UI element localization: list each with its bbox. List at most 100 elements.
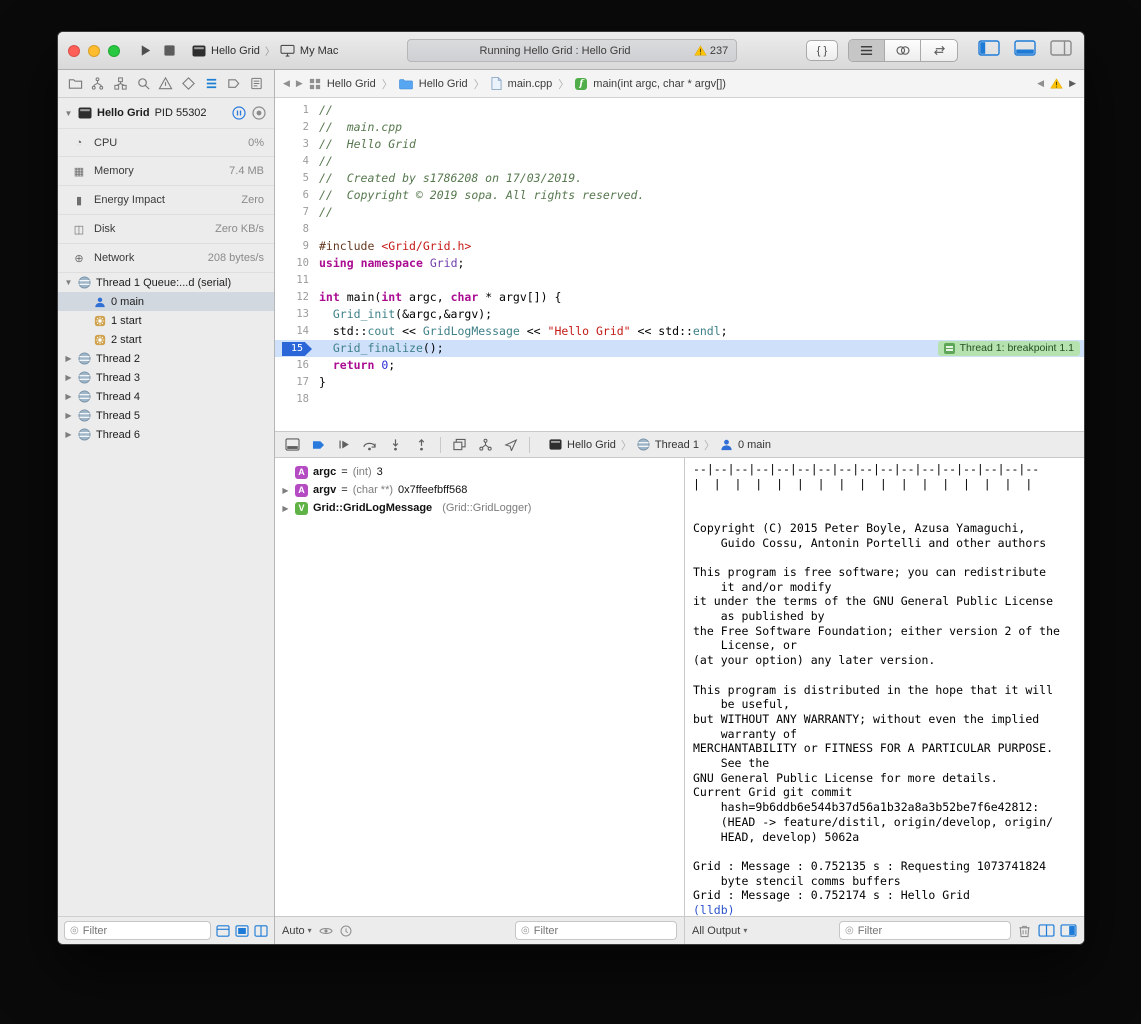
zoom-window-button[interactable] — [108, 45, 120, 57]
hide-debug-area-button[interactable] — [285, 438, 300, 451]
variables-filter-input[interactable] — [534, 925, 671, 937]
quicklook-button[interactable] — [340, 925, 352, 937]
code-line-text[interactable]: } — [319, 374, 326, 391]
disclosure-triangle[interactable]: ▶ — [281, 504, 290, 513]
dock-console-left-button[interactable] — [1038, 924, 1055, 937]
pause-process-button[interactable] — [232, 106, 246, 120]
tab-debug-navigator[interactable] — [204, 76, 219, 91]
disclosure-triangle[interactable]: ▼ — [64, 109, 73, 118]
view-mode-queues-button[interactable] — [235, 925, 249, 937]
code-line-text[interactable]: Grid_finalize(); — [319, 340, 444, 357]
console-output[interactable]: --|--|--|--|--|--|--|--|--|--|--|--|--|-… — [685, 458, 1084, 916]
code-line-text[interactable]: // — [319, 204, 333, 221]
code-line-text[interactable]: #include <Grid/Grid.h> — [319, 238, 471, 255]
breadcrumb-process[interactable]: Hello Grid — [567, 439, 616, 451]
scheme-selector[interactable]: Hello Grid 〉 My Mac — [192, 43, 338, 58]
line-number-gutter[interactable]: 5 — [275, 170, 319, 187]
line-number-gutter[interactable]: 10 — [275, 255, 319, 272]
process-info-button[interactable] — [252, 106, 266, 120]
next-issue-button[interactable]: ▶ — [1069, 78, 1076, 89]
thread-row[interactable]: ▼Thread 1 Queue:...d (serial) — [58, 273, 274, 292]
thread-row[interactable]: ▶Thread 5 — [58, 406, 274, 425]
source-editor[interactable]: 1 // 2 // main.cpp 3 // Hello Grid 4 // — [275, 98, 1084, 431]
line-number-gutter[interactable]: 15 — [275, 340, 319, 357]
disclosure-triangle[interactable]: ▶ — [64, 430, 73, 439]
code-line-text[interactable]: int main(int argc, char * argv[]) { — [319, 289, 561, 306]
jump-bar-item-symbol[interactable]: main(int argc, char * argv[]) — [593, 78, 726, 90]
simulate-location-button[interactable] — [504, 438, 518, 451]
view-mode-threads-button[interactable] — [216, 925, 230, 937]
tab-issue-navigator[interactable] — [158, 76, 173, 91]
tab-report-navigator[interactable] — [249, 76, 264, 91]
standard-editor-button[interactable] — [849, 40, 885, 61]
disclosure-triangle[interactable]: ▼ — [64, 278, 73, 287]
code-line-text[interactable]: using namespace Grid; — [319, 255, 464, 272]
stop-button[interactable] — [163, 44, 176, 57]
line-number-gutter[interactable]: 1 — [275, 102, 319, 119]
disclosure-triangle[interactable]: ▶ — [64, 411, 73, 420]
stack-frame-row[interactable]: 0 main — [58, 292, 274, 311]
navigator-filter-field[interactable]: ◎ — [64, 921, 211, 940]
code-review-button[interactable]: { } — [806, 40, 838, 61]
forward-button[interactable]: ▶ — [296, 78, 303, 89]
gauge-row-memory[interactable]: ▦Memory7.4 MB — [58, 157, 274, 186]
close-window-button[interactable] — [68, 45, 80, 57]
process-row[interactable]: ▼ Hello Grid PID 55302 — [58, 98, 274, 128]
line-number-gutter[interactable]: 7 — [275, 204, 319, 221]
gauge-row-network[interactable]: ⊕Network208 bytes/s — [58, 244, 274, 273]
line-number-gutter[interactable]: 18 — [275, 391, 319, 408]
related-items-icon[interactable] — [309, 78, 321, 90]
tab-find-navigator[interactable] — [136, 76, 151, 91]
thread-row[interactable]: ▶Thread 3 — [58, 368, 274, 387]
continue-button[interactable] — [337, 438, 351, 451]
step-into-button[interactable] — [388, 438, 403, 451]
gauge-row-disk[interactable]: ◫DiskZero KB/s — [58, 215, 274, 244]
gauge-row-cpu[interactable]: ◔CPU0% — [58, 128, 274, 157]
stack-frame-row[interactable]: 1 start — [58, 311, 274, 330]
debug-view-hierarchy-button[interactable] — [452, 438, 467, 451]
clear-console-button[interactable] — [1018, 924, 1031, 938]
line-number-gutter[interactable]: 8 — [275, 221, 319, 238]
line-number-gutter[interactable]: 17 — [275, 374, 319, 391]
minimize-window-button[interactable] — [88, 45, 100, 57]
console-filter-input[interactable] — [858, 925, 1005, 937]
disclosure-triangle[interactable]: ▶ — [64, 354, 73, 363]
line-number-gutter[interactable]: 3 — [275, 136, 319, 153]
line-number-gutter[interactable]: 16 — [275, 357, 319, 374]
thread-row[interactable]: ▶Thread 6 — [58, 425, 274, 444]
version-editor-button[interactable] — [921, 40, 957, 61]
code-line-text[interactable]: return 0; — [319, 357, 395, 374]
line-number-gutter[interactable]: 2 — [275, 119, 319, 136]
thread-row[interactable]: ▶Thread 2 — [58, 349, 274, 368]
warning-icon[interactable] — [1050, 78, 1063, 89]
step-out-button[interactable] — [414, 438, 429, 451]
breakpoint-marker[interactable]: 15 — [282, 342, 312, 356]
dock-console-right-button[interactable] — [1060, 924, 1077, 937]
disclosure-triangle[interactable]: ▶ — [64, 392, 73, 401]
variables-scope-popup[interactable]: Auto ▾ — [282, 925, 312, 937]
console-output-popup[interactable]: All Output ▾ — [692, 925, 747, 937]
breadcrumb-frame[interactable]: 0 main — [738, 439, 771, 451]
code-line-text[interactable]: // Hello Grid — [319, 136, 416, 153]
thread-row[interactable]: ▶Thread 4 — [58, 387, 274, 406]
back-button[interactable]: ◀ — [283, 78, 290, 89]
code-line-text[interactable]: Grid_init(&argc,&argv); — [319, 306, 492, 323]
disclosure-triangle[interactable]: ▶ — [64, 373, 73, 382]
code-line-text[interactable]: std::cout << GridLogMessage << "Hello Gr… — [319, 323, 728, 340]
memory-graph-button[interactable] — [478, 438, 493, 451]
disclosure-triangle[interactable]: ▶ — [281, 486, 290, 495]
navigator-filter-input[interactable] — [83, 925, 205, 937]
tab-breakpoint-navigator[interactable] — [226, 76, 241, 91]
breakpoints-toggle-button[interactable] — [311, 439, 326, 451]
line-number-gutter[interactable]: 11 — [275, 272, 319, 289]
variable-row[interactable]: Aargc=(int)3 — [281, 463, 678, 481]
console-filter-field[interactable]: ◎ — [839, 921, 1011, 940]
gauge-row-energy-impact[interactable]: ▮Energy ImpactZero — [58, 186, 274, 215]
code-line-text[interactable]: // — [319, 153, 333, 170]
assistant-editor-button[interactable] — [885, 40, 921, 61]
line-number-gutter[interactable]: 13 — [275, 306, 319, 323]
tab-project-navigator[interactable] — [68, 76, 83, 91]
tab-test-navigator[interactable] — [181, 76, 196, 91]
step-over-button[interactable] — [362, 438, 377, 451]
tab-symbol-navigator[interactable] — [113, 76, 128, 91]
